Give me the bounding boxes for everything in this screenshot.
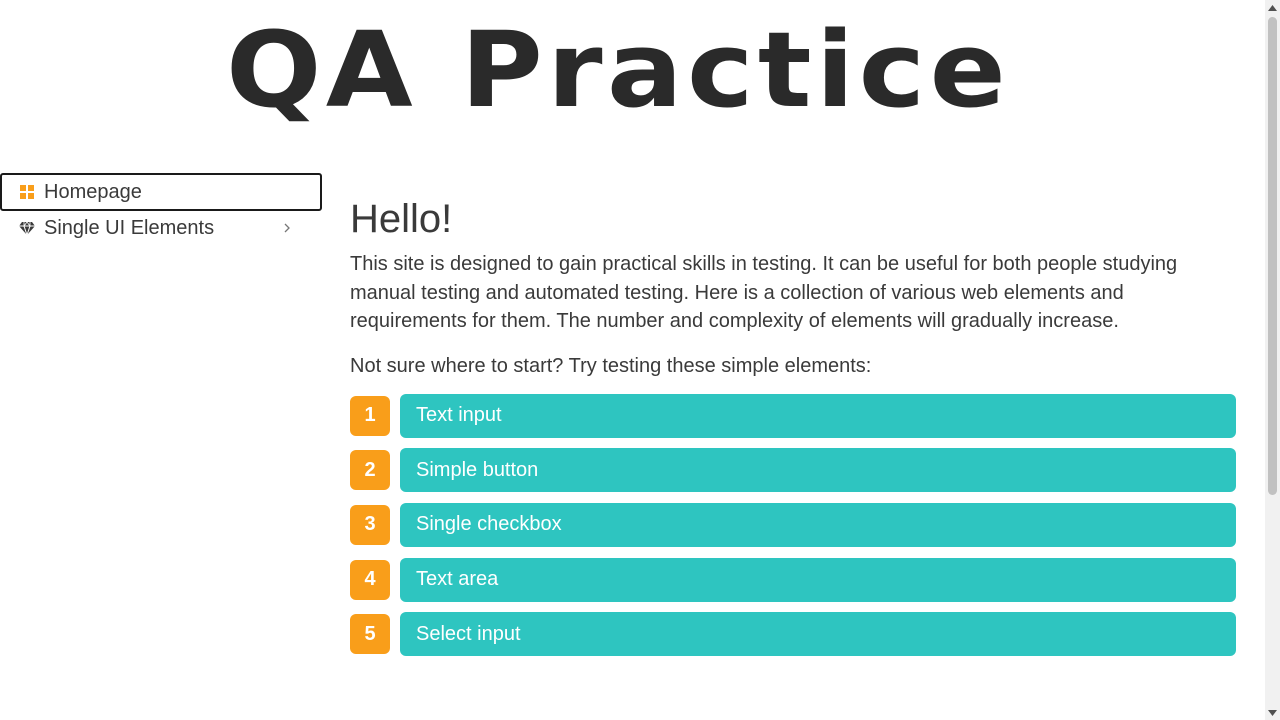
single-checkbox-link[interactable]: Single checkbox <box>400 502 1236 547</box>
simple-button-link[interactable]: Simple button <box>400 448 1236 493</box>
intro-text: This site is designed to gain practical … <box>350 253 1178 332</box>
number-badge: 2 <box>350 450 390 491</box>
list-item: 4 Text area <box>350 557 1236 602</box>
page-title: Hello! <box>350 197 453 241</box>
prompt-text: Not sure where to start? Try testing the… <box>350 354 872 377</box>
list-item: 2 Simple button <box>350 448 1236 493</box>
chevron-right-icon[interactable] <box>280 221 294 235</box>
scrollbar-thumb[interactable] <box>1268 17 1277 495</box>
scroll-down-arrow-icon[interactable] <box>1265 705 1280 720</box>
sidebar-item-single-ui-elements[interactable]: Single UI Elements <box>0 211 322 245</box>
select-input-link[interactable]: Select input <box>400 612 1236 657</box>
number-badge: 3 <box>350 504 390 545</box>
sidebar-item-homepage[interactable]: Homepage <box>0 173 322 211</box>
number-badge: 4 <box>350 559 390 600</box>
sidebar-item-label: Single UI Elements <box>44 216 215 239</box>
list-item: 1 Text input <box>350 393 1236 438</box>
grid-icon <box>18 183 36 201</box>
list-item: 3 Single checkbox <box>350 502 1236 547</box>
scroll-up-arrow-icon[interactable] <box>1265 0 1280 15</box>
number-badge: 1 <box>350 395 390 436</box>
list-item: 5 Select input <box>350 612 1236 657</box>
number-badge: 5 <box>350 614 390 655</box>
elements-list: 1 Text input 2 Simple button 3 Single ch… <box>350 393 1236 657</box>
sidebar-item-label: Homepage <box>44 180 142 203</box>
sidebar-nav: Homepage Single UI Elements <box>0 173 322 245</box>
main-content: Hello! This site is designed to gain pra… <box>350 190 1236 667</box>
diamond-icon <box>18 219 36 237</box>
vertical-scrollbar[interactable] <box>1265 0 1280 720</box>
text-area-link[interactable]: Text area <box>400 557 1236 602</box>
page: QA Practice Homepage Single UI Elements … <box>0 0 1280 720</box>
text-input-link[interactable]: Text input <box>400 393 1236 438</box>
site-logo[interactable]: QA Practice <box>226 10 1010 130</box>
